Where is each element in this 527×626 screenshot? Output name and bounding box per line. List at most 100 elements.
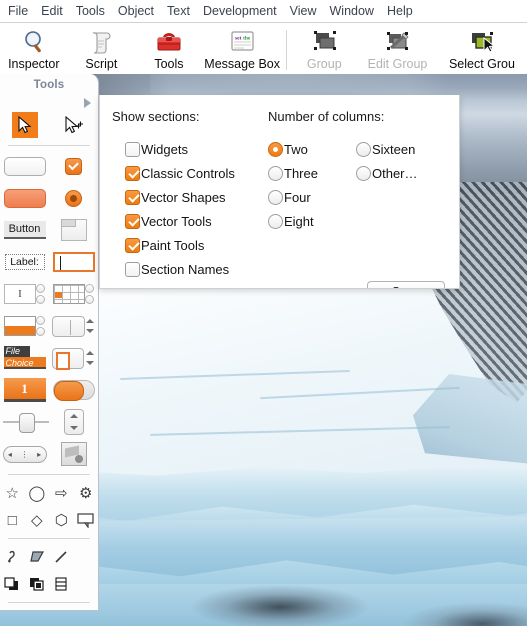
menu-item-development[interactable]: Development — [203, 0, 284, 22]
toolbar-label: Select Grou — [448, 57, 515, 71]
radio-row-two[interactable]: Two — [268, 137, 356, 161]
palette-shape-rectangle[interactable]: □ — [1, 509, 23, 531]
palette-widget-box-stepper[interactable] — [51, 345, 96, 371]
palette-shape-diamond[interactable]: ◇ — [26, 509, 48, 531]
checkbox-section-names[interactable] — [125, 261, 140, 277]
radio-row-three[interactable]: Three — [268, 161, 356, 185]
palette-tool-move-pointer[interactable] — [52, 112, 96, 138]
checkbox-row-classic-controls[interactable]: Classic Controls — [125, 161, 258, 185]
palette-shape-octagon[interactable]: ⬡ — [50, 509, 72, 531]
palette-widget-segmented-control[interactable]: ◂ ⋮ ▸ — [2, 441, 47, 467]
save-button-container: Save — [367, 281, 445, 288]
radio-row-four[interactable]: Four — [268, 185, 356, 209]
radio-label: Sixteen — [372, 141, 416, 157]
checkbox-classic-controls[interactable] — [125, 165, 140, 181]
palette-tool-send-backward[interactable] — [26, 573, 48, 595]
palette-tool-bring-forward[interactable] — [1, 573, 23, 595]
checkbox-widgets[interactable] — [125, 141, 140, 157]
toolbar-label: Message Box — [204, 57, 281, 71]
radio-four[interactable] — [268, 189, 283, 205]
menu-bar: File Edit Tools Object Text Development … — [0, 0, 527, 22]
bezier-pen-icon — [8, 550, 15, 563]
palette-tool-spray-can[interactable] — [75, 610, 97, 611]
menu-item-text[interactable]: Text — [167, 0, 197, 22]
toolbar-separator — [285, 30, 287, 70]
menu-item-tools[interactable]: Tools — [76, 0, 112, 22]
menu-item-view[interactable]: View — [290, 0, 324, 22]
checkbox-label: Widgets — [141, 141, 188, 157]
palette-widget-big-number-button[interactable]: 1 — [3, 377, 47, 403]
radio-other[interactable] — [356, 165, 371, 181]
menu-item-edit[interactable]: Edit — [41, 0, 70, 22]
edit-group-icon — [377, 28, 417, 56]
palette-shape-star[interactable]: ☆ — [1, 482, 23, 504]
palette-widget-media-player[interactable] — [52, 441, 96, 467]
menu-item-file[interactable]: File — [8, 0, 35, 22]
palette-disclosure-row[interactable] — [0, 96, 98, 110]
toolbar-button-inspector[interactable]: Inspector — [0, 24, 68, 74]
palette-widget-popup-menu[interactable]: File Choice — [3, 345, 47, 371]
toolbar-label: Edit Group — [367, 57, 428, 71]
toolbar-button-message-box[interactable]: set the Message Box — [203, 24, 282, 74]
palette-widget-split-stepper[interactable] — [51, 313, 96, 339]
palette-widget-toggle-switch[interactable] — [52, 377, 96, 403]
palette-tool-bezier-pen[interactable] — [1, 546, 23, 568]
radio-row-eight[interactable]: Eight — [268, 209, 356, 233]
radio-label: Four — [284, 189, 311, 205]
palette-shape-arrow[interactable]: ⇨ — [50, 482, 72, 504]
palette-widget-stepper[interactable] — [52, 409, 96, 435]
checkbox-row-section-names[interactable]: Section Names — [125, 257, 258, 281]
radio-two[interactable] — [268, 141, 283, 157]
toolbar-button-script[interactable]: Script — [68, 24, 136, 74]
palette-widget-rounded-button[interactable] — [3, 185, 47, 211]
palette-widget-text-stepper[interactable]: I — [3, 281, 47, 307]
svg-text:set: set — [235, 36, 242, 42]
palette-shape-gear[interactable]: ⚙ — [75, 482, 97, 504]
toolbar-button-tools[interactable]: Tools — [135, 24, 203, 74]
palette-widget-push-button[interactable] — [3, 153, 47, 179]
palette-tool-arrow-pointer[interactable] — [3, 112, 47, 138]
radio-row-other[interactable]: Other… — [356, 161, 444, 185]
palette-widget-label-field[interactable]: Label: — [3, 249, 47, 275]
palette-tool-polygon-edit[interactable] — [26, 546, 48, 568]
palette-widget-table-stepper[interactable] — [52, 281, 96, 307]
palette-widget-text-entry[interactable] — [52, 249, 96, 275]
radio-row-sixteen[interactable]: Sixteen — [356, 137, 444, 161]
checkbox-row-vector-shapes[interactable]: Vector Shapes — [125, 185, 258, 209]
checkbox-row-paint-tools[interactable]: Paint Tools — [125, 233, 258, 257]
palette-widget-slider[interactable] — [2, 409, 49, 435]
radio-label: Three — [284, 165, 318, 181]
palette-tool-pencil[interactable] — [1, 610, 23, 611]
checkbox-label: Section Names — [141, 261, 230, 277]
radio-sixteen[interactable] — [356, 141, 371, 157]
palette-tool-paint-bucket[interactable] — [50, 610, 72, 611]
menu-item-window[interactable]: Window — [330, 0, 381, 22]
crevasse-line — [120, 369, 350, 381]
toolbar-button-select-group[interactable]: Select Grou — [437, 24, 527, 74]
palette-widget-color-well[interactable] — [3, 313, 47, 339]
palette-shape-circle[interactable]: ◯ — [26, 482, 48, 504]
palette-tool-line[interactable] — [50, 546, 72, 568]
palette-widget-radio-button[interactable] — [52, 185, 96, 211]
magnifier-icon — [14, 28, 54, 56]
checkbox-paint-tools[interactable] — [125, 237, 140, 253]
menu-item-object[interactable]: Object — [118, 0, 161, 22]
checkbox-vector-tools[interactable] — [125, 213, 140, 229]
checkbox-vector-shapes[interactable] — [125, 189, 140, 205]
save-button[interactable]: Save — [367, 281, 445, 288]
menu-item-help[interactable]: Help — [387, 0, 420, 22]
palette-widget-checkbox[interactable] — [52, 153, 96, 179]
toolbar-label: Tools — [154, 57, 184, 71]
radio-three[interactable] — [268, 165, 283, 181]
palette-tool-brush[interactable] — [26, 610, 48, 611]
palette-shape-balloon[interactable] — [75, 509, 97, 531]
palette-widget-tab-card[interactable] — [52, 217, 96, 243]
palette-tool-layers[interactable] — [50, 573, 72, 595]
group-icon — [304, 28, 344, 56]
radio-eight[interactable] — [268, 213, 283, 229]
checkbox-row-widgets[interactable]: Widgets — [125, 137, 258, 161]
triangle-right-icon[interactable] — [84, 98, 91, 108]
checkbox-row-vector-tools[interactable]: Vector Tools — [125, 209, 258, 233]
palette-widget-bevel-button[interactable]: Button — [3, 217, 47, 243]
tools-palette: Tools Button Label: I File Choice 1 ◂ ⋮ … — [0, 74, 99, 611]
